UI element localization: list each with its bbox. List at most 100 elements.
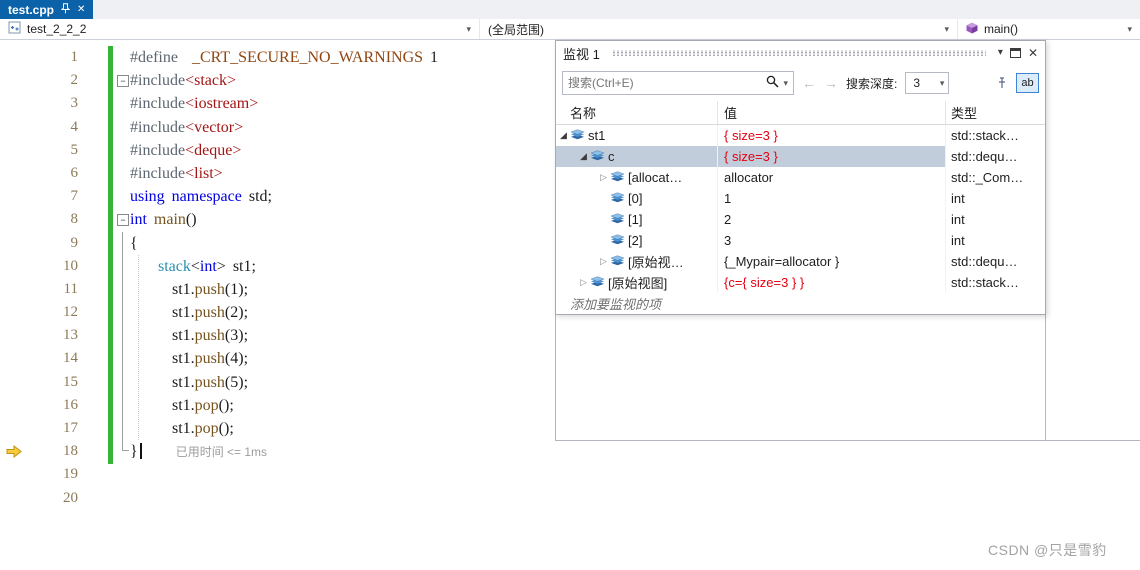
code-line[interactable]: st1.push(5);: [130, 371, 1140, 394]
code-token: _CRT_SECURE_NO_WARNINGS: [191, 49, 424, 66]
code-token: ();: [218, 396, 234, 414]
watch-row[interactable]: ▷ [allocat… allocator std::_Com…: [556, 167, 1045, 188]
line-number[interactable]: 11: [0, 278, 90, 301]
line-number[interactable]: 13: [0, 324, 90, 347]
drag-handle[interactable]: [611, 50, 986, 56]
line-number[interactable]: 12: [0, 301, 90, 324]
line-number[interactable]: 9: [0, 232, 90, 255]
line-number[interactable]: 5: [0, 139, 90, 162]
watch-name-cell[interactable]: ▷ [allocat…: [556, 167, 718, 188]
line-number[interactable]: 10: [0, 255, 90, 278]
code-line[interactable]: st1.pop();: [130, 417, 1140, 440]
watch-value-cell[interactable]: {c={ size=3 } }: [718, 272, 946, 293]
collapse-toggle-icon[interactable]: ◢: [578, 152, 589, 161]
line-number[interactable]: 14: [0, 347, 90, 370]
code-line[interactable]: st1.pop();: [130, 394, 1140, 417]
fold-collapse-icon[interactable]: −: [117, 213, 129, 226]
line-number[interactable]: 19: [0, 463, 90, 486]
search-box[interactable]: ▾: [562, 71, 794, 95]
line-number[interactable]: 8: [0, 208, 90, 231]
code-token: push: [194, 373, 225, 391]
watch-row[interactable]: ◢ c{ size=3 } std::dequ…: [556, 146, 1045, 167]
watch-value-cell[interactable]: 3: [718, 230, 946, 251]
code-token: main: [153, 211, 186, 229]
watch-row[interactable]: [1] 2 int: [556, 209, 1045, 230]
search-back-icon[interactable]: ←: [802, 76, 816, 90]
search-input[interactable]: [568, 76, 763, 90]
code-token: stack: [158, 257, 191, 275]
watch-row[interactable]: ▷ [原始视图] {c={ size=3 } } std::stack…: [556, 272, 1045, 293]
line-number[interactable]: 16: [0, 394, 90, 417]
project-dropdown[interactable]: test_2_2_2 ▾: [0, 19, 480, 39]
expand-toggle-icon[interactable]: ▷: [578, 278, 589, 287]
watch-title-bar[interactable]: 监视 1 ▾ ✕: [556, 41, 1045, 65]
watch-format-toggle-icon[interactable]: ab: [1016, 73, 1039, 93]
code-line[interactable]: st1.push(4);: [130, 347, 1140, 370]
watch-name-cell[interactable]: [1]: [556, 209, 718, 230]
line-number[interactable]: 17: [0, 417, 90, 440]
watch-name-cell[interactable]: ◢ c: [556, 146, 718, 167]
line-number[interactable]: 2: [0, 69, 90, 92]
code-token: #include: [130, 164, 186, 182]
line-number[interactable]: 4: [0, 116, 90, 139]
watch-value-cell[interactable]: { size=3 }: [718, 146, 946, 167]
watch-value-cell[interactable]: allocator: [718, 167, 946, 188]
column-header-value[interactable]: 值: [718, 101, 946, 124]
code-line[interactable]: } 已用时间 <= 1ms: [130, 440, 1140, 463]
search-forward-icon[interactable]: →: [824, 76, 838, 90]
dock-window-icon[interactable]: [1009, 48, 1021, 58]
chevron-down-icon: ▾: [466, 23, 471, 34]
scope-dropdown[interactable]: (全局范围) ▾: [480, 19, 958, 39]
watch-name-cell[interactable]: [2]: [556, 230, 718, 251]
watch-variable-name: [原始视图]: [608, 276, 668, 291]
tab-test-cpp[interactable]: test.cpp ✕: [0, 0, 94, 19]
code-line[interactable]: st1.push(3);: [130, 324, 1140, 347]
search-depth-select[interactable]: 3 ▾: [905, 72, 950, 94]
close-icon[interactable]: ✕: [1028, 47, 1038, 59]
column-header-type[interactable]: 类型: [946, 101, 1045, 124]
expand-toggle-icon[interactable]: ▷: [598, 257, 609, 266]
watch-value-cell[interactable]: 2: [718, 209, 946, 230]
indent-guide-line: [138, 254, 139, 441]
text-caret: [139, 443, 142, 460]
line-number[interactable]: 15: [0, 371, 90, 394]
search-icon[interactable]: [766, 75, 779, 91]
line-number[interactable]: 7: [0, 185, 90, 208]
member-dropdown[interactable]: main() ▾: [958, 19, 1140, 39]
watch-variable-name: [1]: [628, 212, 643, 227]
add-watch-item-row[interactable]: 添加要监视的项: [556, 293, 1045, 314]
watch-value-cell[interactable]: {_Mypair=allocator }: [718, 251, 946, 272]
line-number[interactable]: 3: [0, 92, 90, 115]
watch-variable-icon: [590, 276, 605, 289]
pin-icon[interactable]: [996, 77, 1008, 89]
watch-value-cell[interactable]: { size=3 }: [718, 125, 946, 146]
watch-window: 监视 1 ▾ ✕ ▾ ← → 搜索深度: 3 ▾: [555, 40, 1046, 315]
line-number[interactable]: 20: [0, 487, 90, 510]
window-menu-icon[interactable]: ▾: [998, 48, 1003, 58]
collapse-toggle-icon[interactable]: ◢: [558, 131, 569, 140]
line-number[interactable]: 1: [0, 46, 90, 69]
watch-name-cell[interactable]: ◢ st1: [556, 125, 718, 146]
code-line[interactable]: [130, 463, 1140, 486]
watch-name-cell[interactable]: ▷ [原始视…: [556, 251, 718, 272]
watch-row[interactable]: ◢ st1 { size=3 } std::stack…: [556, 125, 1045, 146]
close-icon[interactable]: ✕: [77, 4, 85, 15]
watch-type-cell: std::dequ…: [951, 254, 1018, 269]
watch-row[interactable]: [2] 3 int: [556, 230, 1045, 251]
chevron-down-icon[interactable]: ▾: [783, 78, 788, 88]
code-token: push: [194, 280, 225, 298]
pin-icon[interactable]: [60, 2, 71, 17]
line-number[interactable]: 6: [0, 162, 90, 185]
watch-row[interactable]: [0] 1 int: [556, 188, 1045, 209]
expand-toggle-icon[interactable]: ▷: [598, 173, 609, 182]
code-token: }: [130, 443, 138, 461]
watch-name-cell[interactable]: ▷ [原始视图]: [556, 272, 718, 293]
column-header-name[interactable]: 名称: [556, 101, 718, 124]
watch-value-cell[interactable]: 1: [718, 188, 946, 209]
code-line[interactable]: [130, 487, 1140, 510]
fold-collapse-icon[interactable]: −: [117, 74, 129, 87]
watch-name-cell[interactable]: [0]: [556, 188, 718, 209]
chevron-down-icon: ▾: [939, 77, 945, 88]
watch-row[interactable]: ▷ [原始视… {_Mypair=allocator } std::dequ…: [556, 251, 1045, 272]
watch-variable-name: [原始视…: [628, 255, 684, 270]
